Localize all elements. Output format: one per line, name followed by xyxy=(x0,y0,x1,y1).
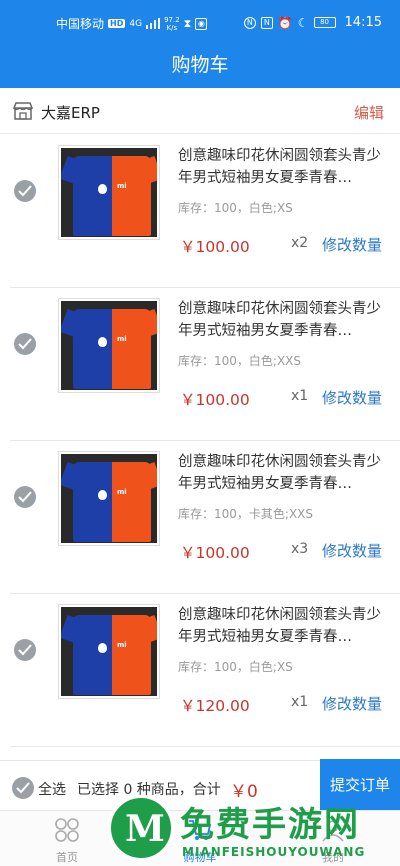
checkout-bar: 全选 已选择 0 种商品，合计 ￥0 提交订单 xyxy=(0,759,400,811)
tab-cart[interactable]: 购物车 xyxy=(165,817,235,865)
submit-order-button[interactable]: 提交订单 xyxy=(320,759,400,811)
cart-icon xyxy=(189,820,212,840)
signal-label: 4G xyxy=(129,18,143,29)
tab-bar: 首页 购物车 我的 xyxy=(0,810,400,866)
product-price: ￥100.00 xyxy=(180,238,250,256)
apple-logo-icon xyxy=(98,643,107,653)
total-amount: ￥0 xyxy=(230,782,258,802)
mi-logo-icon: mi xyxy=(117,335,127,343)
tab-home-label: 首页 xyxy=(56,851,78,864)
select-all-label[interactable]: 全选 xyxy=(38,779,66,799)
modify-quantity-button[interactable]: 修改数量 xyxy=(322,540,382,561)
product-title[interactable]: 创意趣味印花休闲圆领套头青少年男式短袖男女夏季青春… xyxy=(178,604,388,648)
tshirt-image: mi xyxy=(61,148,157,237)
product-image[interactable]: mi xyxy=(58,451,160,546)
net-speed-unit: K/s xyxy=(166,23,178,32)
apple-logo-icon xyxy=(98,184,107,194)
product-image[interactable]: mi xyxy=(58,145,160,240)
cart-item: mi 创意趣味印花休闲圆领套头青少年男式短袖男女夏季青春… 库存：100，卡其色… xyxy=(10,441,400,594)
hd-icon: HD xyxy=(108,19,126,28)
edit-button[interactable]: 编辑 xyxy=(354,102,384,123)
nfc-icon: N xyxy=(260,16,273,29)
cart-item: mi 创意趣味印花休闲圆领套头青少年男式短袖男女夏季青春… 库存：100，白色;… xyxy=(10,135,400,288)
carrier-label: 中国移动 xyxy=(56,17,105,31)
user-icon xyxy=(322,820,344,842)
item-checkbox[interactable] xyxy=(14,486,36,508)
status-bar: 中国移动 HD 4G 97.2 K/s ⧗ ◉ N N ⏰ ☾ 80 14:15 xyxy=(0,0,400,46)
product-price: ￥100.00 xyxy=(180,391,250,409)
modify-quantity-button[interactable]: 修改数量 xyxy=(322,693,382,714)
product-title[interactable]: 创意趣味印花休闲圆领套头青少年男式短袖男女夏季青春… xyxy=(178,451,388,495)
tshirt-image: mi xyxy=(61,301,157,390)
signal-bars-icon xyxy=(146,18,161,29)
shop-name: 大嘉ERP xyxy=(41,104,100,122)
product-quantity: x1 xyxy=(291,694,309,710)
net-speed: 97.2 K/s xyxy=(164,16,180,32)
page-title: 购物车 xyxy=(0,46,400,88)
product-title[interactable]: 创意趣味印花休闲圆领套头青少年男式短袖男女夏季青春… xyxy=(178,298,388,342)
checkmark-icon xyxy=(18,644,32,656)
product-title[interactable]: 创意趣味印花休闲圆领套头青少年男式短袖男女夏季青春… xyxy=(178,145,388,189)
selection-summary: 已选择 0 种商品，合计 xyxy=(77,782,221,798)
item-checkbox[interactable] xyxy=(14,180,36,202)
app-notification-icon: ◉ xyxy=(195,17,208,30)
mi-logo-icon: mi xyxy=(117,488,127,496)
hourglass-icon: ⧗ xyxy=(183,16,192,30)
tab-mine[interactable]: 我的 xyxy=(298,817,368,865)
select-all-checkbox[interactable] xyxy=(12,777,34,799)
product-quantity: x3 xyxy=(291,541,309,557)
product-image[interactable]: mi xyxy=(58,604,160,699)
product-spec: 库存：100，白色;XS xyxy=(178,660,293,674)
tab-home[interactable]: 首页 xyxy=(32,817,102,865)
checkmark-icon xyxy=(18,491,32,503)
nfc-status-icon: N xyxy=(243,16,256,29)
apple-logo-icon xyxy=(98,337,107,347)
checkmark-icon xyxy=(18,185,32,197)
mi-logo-icon: mi xyxy=(117,182,127,190)
product-quantity: x2 xyxy=(291,235,309,251)
alarm-icon: ⏰ xyxy=(277,15,293,30)
product-spec: 库存：100，卡其色;XXS xyxy=(178,507,314,521)
item-checkbox[interactable] xyxy=(14,333,36,355)
product-quantity: x1 xyxy=(291,388,309,404)
mi-logo-icon: mi xyxy=(117,641,127,649)
modify-quantity-button[interactable]: 修改数量 xyxy=(322,387,382,408)
tshirt-image: mi xyxy=(61,607,157,696)
store-icon xyxy=(12,102,34,120)
item-checkbox[interactable] xyxy=(14,639,36,661)
battery-icon: 80 xyxy=(313,17,336,28)
tab-mine-label: 我的 xyxy=(322,851,344,864)
net-speed-value: 97.2 xyxy=(164,15,180,24)
product-price: ￥120.00 xyxy=(180,697,250,715)
tab-cart-label: 购物车 xyxy=(183,851,217,864)
clock-time: 14:15 xyxy=(344,15,382,30)
tshirt-image: mi xyxy=(61,454,157,543)
cart-item: mi 创意趣味印花休闲圆领套头青少年男式短袖男女夏季青春… 库存：100，白色;… xyxy=(10,594,400,747)
checkmark-icon xyxy=(16,782,30,794)
product-image[interactable]: mi xyxy=(58,298,160,393)
moon-icon: ☾ xyxy=(297,15,309,30)
grid-icon xyxy=(55,818,79,842)
product-price: ￥100.00 xyxy=(180,544,250,562)
product-spec: 库存：100，白色;XXS xyxy=(178,354,302,368)
product-spec: 库存：100，白色;XS xyxy=(178,201,293,215)
checkmark-icon xyxy=(18,338,32,350)
cart-item: mi 创意趣味印花休闲圆领套头青少年男式短袖男女夏季青春… 库存：100，白色;… xyxy=(10,288,400,441)
cart-list: mi 创意趣味印花休闲圆领套头青少年男式短袖男女夏季青春… 库存：100，白色;… xyxy=(0,135,400,760)
shop-header: 大嘉ERP 编辑 xyxy=(0,88,400,134)
modify-quantity-button[interactable]: 修改数量 xyxy=(322,234,382,255)
apple-logo-icon xyxy=(98,490,107,500)
